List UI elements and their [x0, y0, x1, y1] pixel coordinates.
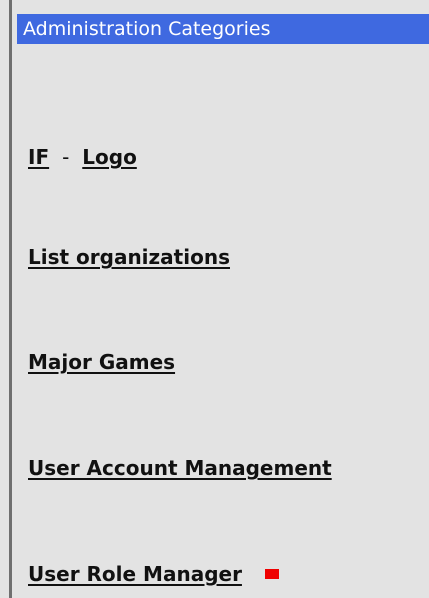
user-role-manager-link[interactable]: User Role Manager	[28, 562, 242, 586]
major-games-row: Major Games	[28, 350, 175, 374]
user-role-manager-row: User Role Manager	[28, 562, 279, 586]
if-logo-row: IF - Logo	[28, 145, 137, 169]
logo-link[interactable]: Logo	[82, 145, 137, 169]
user-account-management-row: User Account Management	[28, 456, 332, 480]
if-link[interactable]: IF	[28, 145, 49, 169]
major-games-link[interactable]: Major Games	[28, 350, 175, 374]
admin-categories-panel: Administration Categories IF - Logo List…	[12, 0, 429, 598]
user-account-management-link[interactable]: User Account Management	[28, 456, 332, 480]
red-square-icon	[264, 569, 279, 579]
list-organizations-row: List organizations	[28, 245, 230, 269]
panel-header: Administration Categories	[17, 14, 429, 44]
list-organizations-link[interactable]: List organizations	[28, 245, 230, 269]
link-separator: -	[62, 145, 70, 169]
